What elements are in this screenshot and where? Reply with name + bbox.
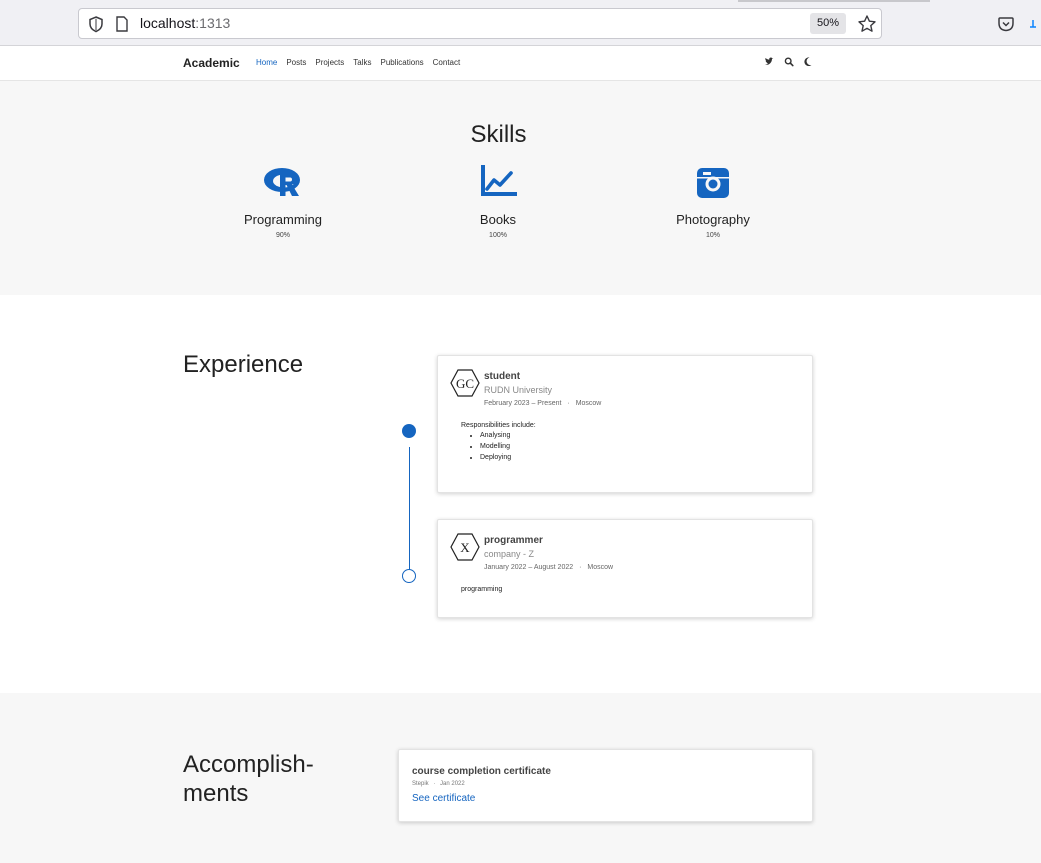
skill-name: Photography [676,212,750,227]
job-location: Moscow [575,400,602,407]
list-item: Deploying [480,454,536,461]
url-text[interactable]: localhost:1313 [140,15,230,31]
experience-card: X programmer company - Z January 2022 – … [437,519,813,618]
job-organization: RUDN University [484,385,553,395]
pocket-icon[interactable] [997,15,1015,33]
job-description: programming [461,586,502,593]
r-logo-icon [264,168,300,196]
job-description: Responsibilities include: Analysing Mode… [461,422,536,465]
experience-card: GC student RUDN University February 2023… [437,355,813,493]
job-dates: January 2022 – August 2022 [484,564,574,571]
site-brand[interactable]: Academic [183,56,240,70]
skills-heading: Skills [470,121,527,148]
experience-heading: Experience [183,351,304,378]
nav-link-posts[interactable]: Posts [286,58,306,67]
timeline-dot-past [402,569,416,583]
experience-section: Experience GC student RUDN University Fe… [0,295,1041,693]
zoom-indicator[interactable]: 50% [810,13,846,34]
tab-strip-edge [738,0,930,2]
browser-toolbar: localhost:1313 50% [0,0,1041,46]
job-meta: February 2023 – Present · Moscow [484,400,602,407]
nav-link-publications[interactable]: Publications [381,58,424,67]
skill-name: Programming [243,212,323,227]
skills-section: Skills Programming 90% Books 100% Photog… [0,81,1041,295]
timeline-line [409,447,410,577]
list-item: Modelling [480,443,536,450]
skill-name: Books [479,212,517,227]
shield-icon[interactable] [87,15,105,33]
job-intro: programming [461,586,503,593]
accomplishments-heading: Accomplish- ments [183,751,314,807]
accomplishment-meta: Stepik · Jan 2022 [412,781,465,787]
nav-links: Home Posts Projects Talks Publications Contac… [256,58,469,67]
svg-text:GC: GC [456,376,474,391]
twitter-icon[interactable] [764,56,774,68]
accomplishment-org: Stepik [412,781,429,787]
company-logo-icon: GC [450,369,480,397]
job-title: student [484,371,521,382]
skill-percent: 10% [705,232,720,239]
site-navbar: Academic Home Posts Projects Talks Publicati… [0,46,1041,81]
company-logo-icon: X [450,533,480,561]
job-bullet-list: Analysing Modelling Deploying [461,432,536,461]
skill-percent: 100% [489,232,507,239]
svg-text:X: X [460,540,470,555]
skill-books: Books 100% [423,165,573,239]
search-icon[interactable] [784,56,794,68]
list-item: Analysing [480,432,536,439]
extension-icon[interactable] [1030,15,1041,33]
skill-programming: Programming 90% [208,165,358,239]
page-icon[interactable] [115,16,129,32]
job-title: programmer [484,535,543,546]
skill-photography: Photography 10% [638,165,788,239]
job-dates: February 2023 – Present [484,400,562,407]
skill-percent: 90% [275,232,290,239]
job-location: Moscow [587,564,614,571]
see-certificate-link[interactable]: See certificate [412,793,475,804]
job-meta: January 2022 – August 2022 · Moscow [484,564,614,571]
job-organization: company - Z [484,549,535,559]
job-intro: Responsibilities include: [461,422,536,429]
address-bar[interactable]: localhost:1313 50% [78,8,882,39]
moon-icon[interactable] [803,56,813,68]
nav-link-home[interactable]: Home [256,58,277,67]
accomplishment-title: course completion certificate [412,766,551,777]
nav-link-contact[interactable]: Contact [433,58,461,67]
timeline-dot-current [402,424,416,438]
accomplishment-card: course completion certificate Stepik · J… [398,749,813,822]
nav-link-talks[interactable]: Talks [353,58,371,67]
camera-icon [697,168,729,198]
nav-link-projects[interactable]: Projects [315,58,344,67]
accomplishments-section: Accomplish- ments course completion cert… [0,693,1041,863]
bookmark-star-icon[interactable] [857,14,877,34]
accomplishment-date: Jan 2022 [440,781,465,787]
chart-line-icon [481,165,517,196]
